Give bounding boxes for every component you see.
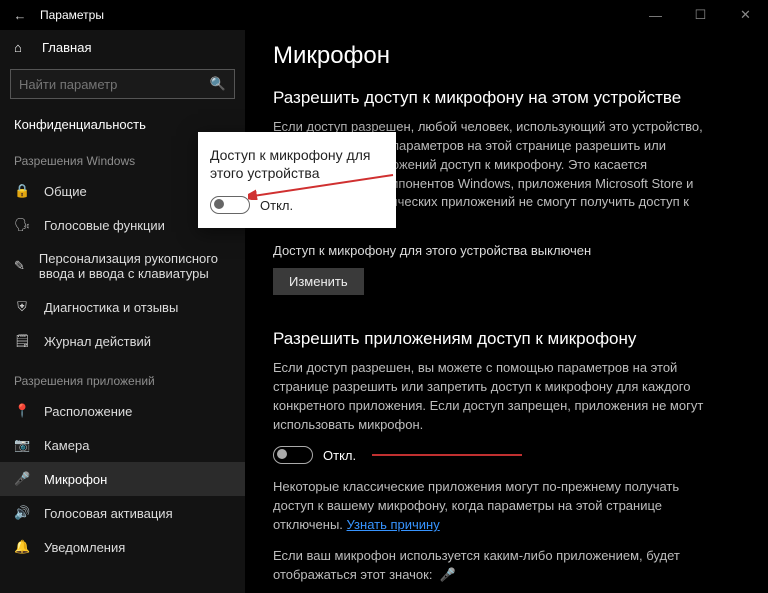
window-title: Параметры [40,8,633,22]
sidebar-item-label: Камера [44,438,89,453]
back-button[interactable]: ← [0,8,40,23]
sidebar-home[interactable]: ⌂ Главная [0,30,245,65]
sidebar-item-label: Голосовые функции [44,218,165,233]
sidebar-item-microphone[interactable]: 🎤 Микрофон [0,462,245,496]
apps-access-toggle-label: Откл. [323,448,356,463]
maximize-button[interactable]: ☐ [678,0,723,30]
pencil-icon: ✎ [14,258,25,274]
sidebar-item-diagnostics[interactable]: ⛨ Диагностика и отзывы [0,290,245,324]
sidebar: ⌂ Главная 🔍 Конфиденциальность Разрешени… [0,30,245,593]
section2-title: Разрешить приложениям доступ к микрофону [273,329,748,349]
section2-para3: Если ваш микрофон используется каким-либ… [273,547,713,585]
speech-icon: 🗣 [14,217,30,233]
device-access-status: Доступ к микрофону для этого устройства … [273,243,748,258]
sidebar-item-notifications[interactable]: 🔔 Уведомления [0,530,245,564]
content: Микрофон Разрешить доступ к микрофону на… [245,30,768,593]
sidebar-home-label: Главная [42,40,91,55]
change-button[interactable]: Изменить [273,268,364,295]
voice-icon: 🔊 [14,505,30,521]
apps-access-toggle-row: Откл. [273,446,748,464]
popup-toggle-label: Откл. [260,198,293,213]
sidebar-item-label: Персонализация рукописного ввода и ввода… [39,251,231,281]
popup-toggle[interactable] [210,196,250,214]
sidebar-item-inking[interactable]: ✎ Персонализация рукописного ввода и вво… [0,242,245,290]
sidebar-group-apps: Разрешения приложений [0,358,245,394]
home-icon: ⌂ [14,40,30,55]
section2-para: Если доступ разрешен, вы можете с помощь… [273,359,713,434]
annotation-arrow [248,170,398,200]
feedback-icon: ⛨ [14,299,30,315]
apps-access-toggle[interactable] [273,446,313,464]
close-button[interactable]: ✕ [723,0,768,30]
sidebar-item-label: Расположение [44,404,132,419]
search-box[interactable]: 🔍 [10,69,235,99]
microphone-indicator-icon: 🎤 [440,567,456,582]
sidebar-item-camera[interactable]: 📷 Камера [0,428,245,462]
lock-icon: 🔒 [14,183,30,199]
sidebar-item-location[interactable]: 📍 Расположение [0,394,245,428]
sidebar-item-voice-activation[interactable]: 🔊 Голосовая активация [0,496,245,530]
sidebar-item-activity[interactable]: 🗒 Журнал действий [0,324,245,358]
sidebar-item-label: Диагностика и отзывы [44,300,178,315]
window-controls: — ☐ ✕ [633,0,768,30]
titlebar: ← Параметры — ☐ ✕ [0,0,768,30]
bell-icon: 🔔 [14,539,30,555]
location-icon: 📍 [14,403,30,419]
microphone-icon: 🎤 [14,471,30,487]
history-icon: 🗒 [14,333,30,349]
search-icon: 🔍 [210,76,226,92]
learn-why-link[interactable]: Узнать причину [347,517,440,532]
sidebar-item-label: Микрофон [44,472,107,487]
search-input[interactable] [19,77,210,92]
sidebar-item-label: Голосовая активация [44,506,173,521]
minimize-button[interactable]: — [633,0,678,30]
annotation-underline [372,454,522,456]
camera-icon: 📷 [14,437,30,453]
section1-title: Разрешить доступ к микрофону на этом уст… [273,88,748,108]
section2-para2: Некоторые классические приложения могут … [273,478,713,535]
sidebar-item-label: Общие [44,184,87,199]
sidebar-item-label: Журнал действий [44,334,151,349]
page-title: Микрофон [273,42,748,70]
sidebar-item-label: Уведомления [44,540,125,555]
